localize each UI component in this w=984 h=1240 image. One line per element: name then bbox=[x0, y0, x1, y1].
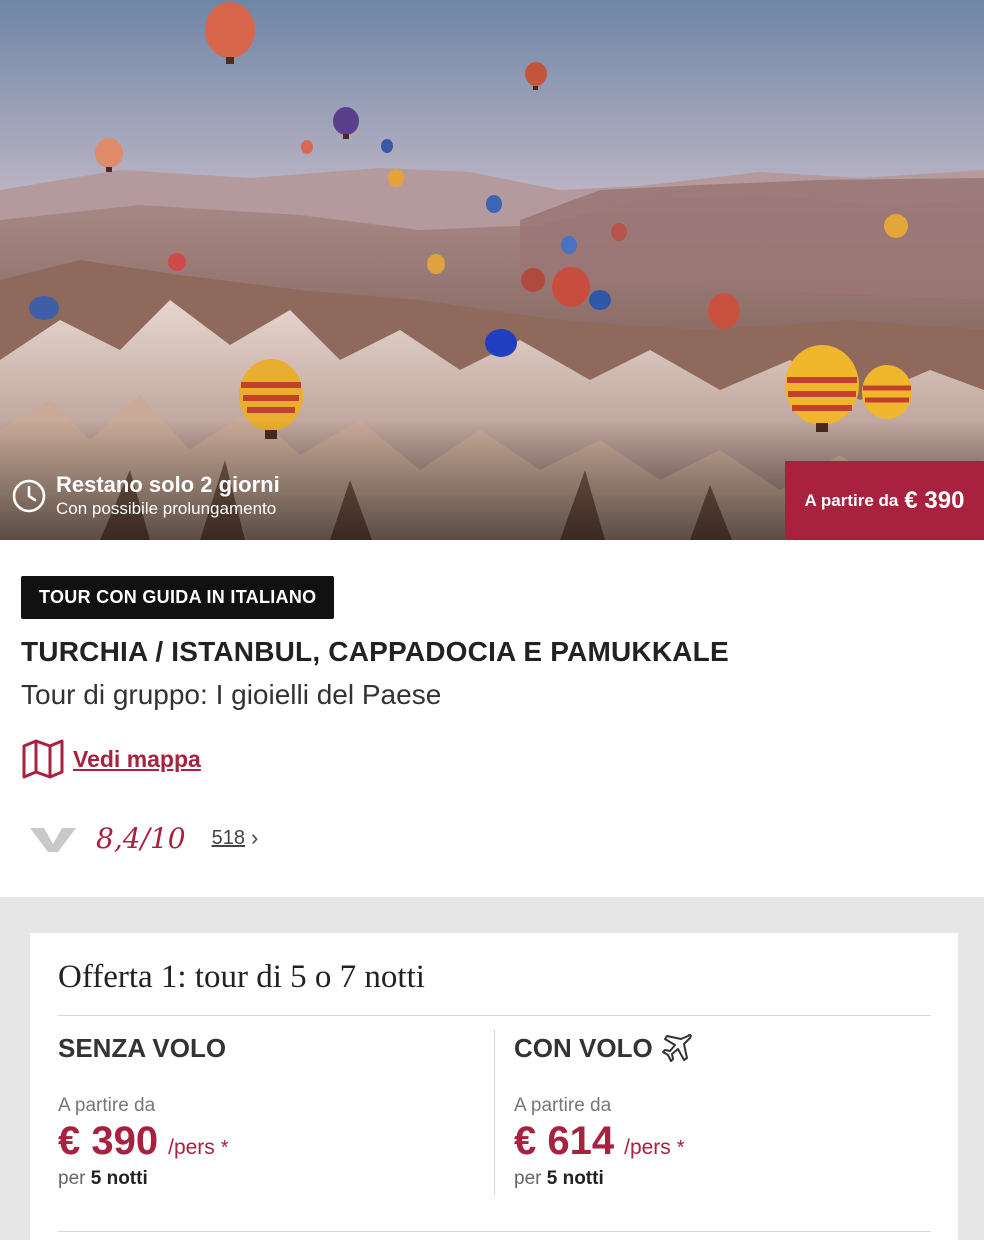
price-footnote-mark: * bbox=[220, 1137, 229, 1159]
divider bbox=[58, 1015, 931, 1016]
column-divider bbox=[494, 1030, 495, 1195]
product-title[interactable]: TURCHIA / ISTANBUL, CAPPADOCIA E PAMUKKA… bbox=[21, 636, 729, 668]
from-label: A partire da bbox=[514, 1095, 612, 1116]
option-with-flight[interactable]: CON VOLO A partire da € 614 /pers * per … bbox=[514, 1031, 693, 1190]
hero-image[interactable]: Restano solo 2 giorni Con possibile prol… bbox=[0, 0, 984, 540]
offer-card[interactable]: Offerta 1: tour di 5 o 7 notti SENZA VOL… bbox=[30, 933, 958, 1240]
price-unit: /pers bbox=[624, 1136, 671, 1159]
price-line: € 614 /pers * bbox=[514, 1119, 693, 1164]
chevron-right-icon[interactable]: › bbox=[251, 825, 258, 851]
countdown-title: Restano solo 2 giorni bbox=[56, 472, 280, 497]
option-heading: CON VOLO bbox=[514, 1032, 653, 1063]
per-label: per bbox=[58, 1168, 91, 1189]
divider bbox=[58, 1231, 931, 1232]
offer-section: Offerta 1: tour di 5 o 7 notti SENZA VOL… bbox=[0, 897, 984, 1240]
from-label: A partire da bbox=[58, 1095, 156, 1116]
countdown: Restano solo 2 giorni Con possibile prol… bbox=[12, 472, 280, 520]
price-badge-value: € 390 bbox=[904, 486, 965, 514]
view-map-link[interactable]: Vedi mappa bbox=[21, 738, 201, 780]
nights-line: per 5 notti bbox=[514, 1168, 693, 1190]
per-label: per bbox=[514, 1168, 547, 1189]
guide-tag: TOUR CON GUIDA IN ITALIANO bbox=[21, 576, 335, 619]
rating-logo-icon bbox=[30, 828, 76, 852]
price-badge-label: A partire da bbox=[804, 490, 899, 510]
rating-score: 8,4/10 bbox=[96, 821, 186, 855]
price-footnote-mark: * bbox=[676, 1137, 685, 1159]
nights-value: 5 notti bbox=[90, 1168, 148, 1189]
price-value: € 614 bbox=[514, 1119, 615, 1163]
plane-icon bbox=[661, 1033, 692, 1062]
option-without-flight[interactable]: SENZA VOLO A partire da € 390 /pers * pe… bbox=[58, 1031, 229, 1190]
price-unit: /pers bbox=[168, 1136, 215, 1159]
reviews-count-link[interactable]: 518 bbox=[212, 827, 245, 850]
price-badge: A partire da € 390 bbox=[785, 461, 984, 540]
clock-icon bbox=[12, 479, 46, 513]
option-heading: SENZA VOLO bbox=[58, 1032, 227, 1063]
map-icon bbox=[22, 739, 64, 779]
price-value: € 390 bbox=[58, 1119, 159, 1163]
rating[interactable]: 8,4/10 518 › bbox=[28, 818, 258, 858]
view-map-label[interactable]: Vedi mappa bbox=[73, 746, 201, 773]
option-heading-row: CON VOLO bbox=[514, 1031, 693, 1065]
nights-value: 5 notti bbox=[546, 1168, 604, 1189]
countdown-subtitle: Con possibile prolungamento bbox=[56, 499, 277, 518]
nights-line: per 5 notti bbox=[58, 1168, 229, 1190]
price-line: € 390 /pers * bbox=[58, 1119, 229, 1164]
offer-title: Offerta 1: tour di 5 o 7 notti bbox=[58, 959, 425, 995]
product-subtitle: Tour di gruppo: I gioielli del Paese bbox=[21, 679, 442, 710]
